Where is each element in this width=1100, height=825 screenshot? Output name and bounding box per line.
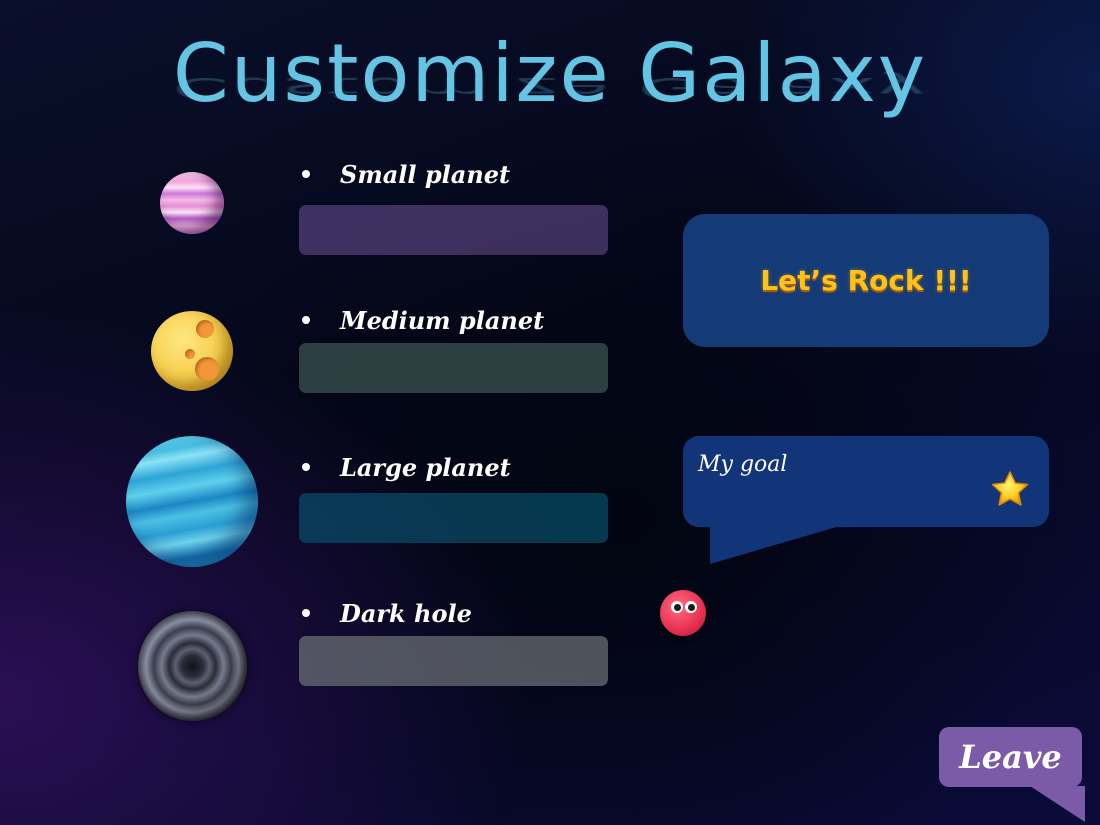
medium-planet-label: Medium planet (302, 306, 544, 335)
small-planet-icon (160, 172, 224, 234)
lets-rock-button[interactable]: Let’s Rock !!! (683, 214, 1049, 347)
large-planet-input[interactable] (299, 493, 608, 543)
dark-hole-label: Dark hole (302, 599, 472, 628)
small-planet-input[interactable] (299, 205, 608, 255)
medium-planet-input[interactable] (299, 343, 608, 393)
large-planet-label: Large planet (302, 453, 511, 482)
bullet-icon (302, 462, 310, 471)
goal-label: My goal (698, 452, 788, 477)
large-planet-icon (126, 436, 258, 567)
dark-hole-input[interactable] (299, 636, 608, 686)
bullet-icon (302, 315, 310, 324)
small-planet-label: Small planet (302, 160, 510, 189)
medium-planet-icon (151, 311, 233, 391)
page-title: Customize Galaxy (172, 27, 928, 120)
blob-character-icon (660, 590, 706, 636)
dark-hole-icon (138, 611, 247, 721)
leave-button[interactable]: Leave (939, 727, 1082, 787)
eye-icon (685, 601, 697, 613)
goal-bubble-tail (710, 526, 840, 564)
eye-icon (671, 601, 683, 613)
lets-rock-label: Let’s Rock !!! (760, 264, 972, 297)
leave-button-tail (1030, 786, 1085, 822)
bullet-icon (302, 169, 310, 178)
bullet-icon (302, 608, 310, 617)
star-icon (991, 471, 1029, 506)
